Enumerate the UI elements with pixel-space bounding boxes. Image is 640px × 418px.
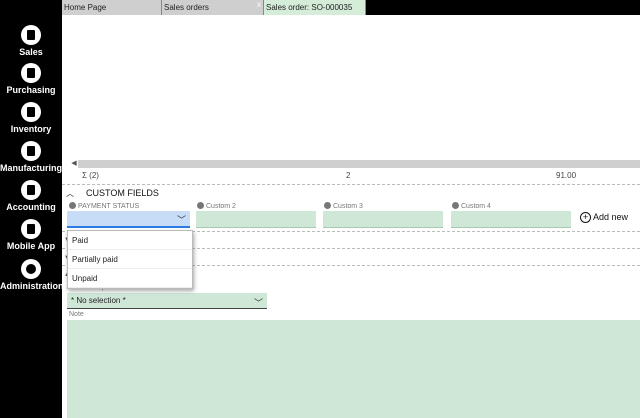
close-icon[interactable]: x	[257, 0, 261, 10]
left-nav: Sales Purchasing Inventory Manufacturing…	[0, 0, 64, 418]
note-textarea[interactable]	[67, 320, 640, 418]
field-label-text: PAYMENT STATUS	[78, 203, 140, 210]
field-label-text: Custom 4	[461, 203, 491, 210]
tab-label: Home Page	[64, 3, 107, 12]
sum-total-value: 91.00	[556, 171, 577, 180]
plus-icon: +	[580, 212, 591, 223]
field-label-text: Custom 2	[206, 203, 236, 210]
nav-item-label: Manufacturing	[0, 163, 62, 173]
nav-item-inventory[interactable]: Inventory	[0, 102, 62, 134]
gear-icon	[21, 259, 41, 279]
section-title: CUSTOM FIELDS	[86, 188, 159, 198]
sum-count-label: Σ (2)	[82, 171, 99, 180]
nav-item-administration[interactable]: Administration	[0, 259, 64, 291]
horizontal-scrollbar[interactable]	[78, 160, 640, 168]
gear-icon	[324, 202, 331, 209]
note-label: Note	[69, 311, 84, 318]
chevron-down-icon: ﹀	[176, 215, 186, 225]
notes-template-select[interactable]: * No selection * ﹀	[67, 293, 267, 309]
custom3-input[interactable]	[323, 211, 443, 228]
tab-sales-order-so-000035[interactable]: Sales order: SO-000035	[264, 0, 366, 15]
nav-item-label: Accounting	[6, 202, 56, 212]
nav-item-manufacturing[interactable]: Manufacturing	[0, 141, 62, 173]
manufacturing-icon	[21, 141, 41, 161]
mobile-icon	[21, 219, 41, 239]
nav-item-label: Purchasing	[6, 85, 56, 95]
custom3-label: Custom 3	[324, 202, 363, 210]
nav-item-purchasing[interactable]: Purchasing	[0, 63, 62, 95]
nav-item-mobile-app[interactable]: Mobile App	[0, 219, 62, 251]
custom4-label: Custom 4	[452, 202, 491, 210]
nav-item-label: Inventory	[10, 124, 52, 134]
payment-status-dropdown[interactable]: ﹀	[67, 211, 190, 228]
payment-status-options: Paid Partially paid Unpaid	[67, 230, 193, 289]
scroll-left-icon[interactable]: ◀	[70, 160, 78, 168]
purchasing-icon	[21, 63, 41, 83]
add-new-button[interactable]: + Add new	[580, 212, 628, 223]
custom2-input[interactable]	[196, 211, 316, 228]
nav-item-label: Sales	[19, 47, 43, 57]
gear-icon	[452, 202, 459, 209]
sum-count-value: 2	[346, 171, 351, 180]
inventory-icon	[21, 102, 41, 122]
accounting-icon	[21, 180, 41, 200]
add-new-label: Add new	[593, 212, 629, 222]
nav-item-accounting[interactable]: Accounting	[0, 180, 62, 212]
custom2-label: Custom 2	[197, 202, 236, 210]
nav-item-sales[interactable]: Sales	[0, 25, 62, 57]
field-label-text: Custom 3	[333, 203, 363, 210]
option-unpaid[interactable]: Unpaid	[68, 269, 192, 288]
tab-label: Sales orders	[164, 3, 209, 12]
option-partially-paid[interactable]: Partially paid	[68, 250, 192, 269]
payment-status-label: PAYMENT STATUS	[69, 202, 139, 210]
chevron-up-icon: ︿	[66, 189, 74, 198]
gear-icon	[197, 202, 204, 209]
tab-home-page[interactable]: Home Page	[62, 0, 162, 15]
option-paid[interactable]: Paid	[68, 231, 192, 250]
tab-label: Sales order: SO-000035	[266, 3, 353, 12]
sales-icon	[21, 25, 41, 45]
tab-bar: Home Page Sales orders x Sales order: SO…	[62, 0, 640, 15]
custom4-input[interactable]	[451, 211, 571, 228]
nav-item-label: Administration	[0, 281, 64, 291]
gear-icon	[69, 202, 76, 209]
select-value: * No selection *	[71, 296, 126, 305]
tab-sales-orders[interactable]: Sales orders x	[162, 0, 264, 15]
chevron-down-icon: ﹀	[253, 298, 263, 308]
nav-item-label: Mobile App	[6, 241, 56, 251]
custom-fields-header[interactable]: ︿ CUSTOM FIELDS	[66, 188, 159, 199]
divider	[62, 184, 640, 185]
